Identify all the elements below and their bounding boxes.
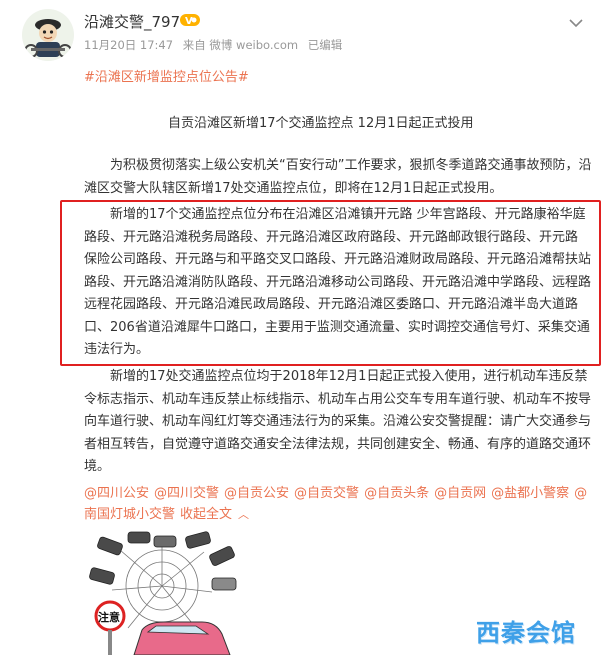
verified-badge-icon: V [180, 12, 200, 27]
watermark: 西秦会馆 [476, 619, 576, 647]
post-image[interactable]: 注意 [84, 530, 250, 655]
image-sign-text: 注意 [98, 610, 120, 624]
post-source[interactable]: 来自 微博 weibo.com [183, 38, 298, 52]
post-meta: 11月20日 17:47 来自 微博 weibo.com 已编辑 [84, 37, 348, 53]
edited-label[interactable]: 已编辑 [308, 38, 343, 52]
highlight-box [60, 200, 601, 366]
post-title: 自贡沿滩区新增17个交通监控点 12月1日起正式投用 [168, 116, 474, 131]
mention-link[interactable]: @自贡交警 [294, 486, 359, 501]
mention-link[interactable]: @四川公安 [84, 486, 149, 501]
mention-link[interactable]: @自贡公安 [224, 486, 289, 501]
hashtag-link[interactable]: #沿滩区新增监控点位公告# [84, 66, 249, 85]
collapse-label: 收起全文 [180, 507, 233, 522]
paragraph-intro: 为积极贯彻落实上级公安机关“百安行动”工作要求，狠抓冬季道路交通事故预防，沿滩区… [84, 158, 592, 196]
mention-link[interactable]: @四川交警 [154, 486, 219, 501]
collapse-arrow-icon: ︿ [238, 508, 250, 521]
mention-link[interactable]: @自贡头条 [364, 486, 429, 501]
svg-text:V: V [185, 16, 193, 27]
username[interactable]: 沿滩交警_797 [84, 11, 180, 32]
post-time[interactable]: 11月20日 17:47 [84, 38, 173, 52]
mentions-list: @四川公安 @四川交警 @自贡公安 @自贡交警 @自贡头条 @自贡网 @盐都小警察 @南国灯城… [84, 483, 594, 525]
mention-link[interactable]: @自贡网 [434, 486, 486, 501]
paragraph-reminder: 新增的17处交通监控点位均于2018年12月1日起正式投入使用，进行机动车违反禁… [84, 369, 592, 474]
collapse-button[interactable]: 收起全文 ︿ [180, 507, 249, 522]
avatar[interactable] [22, 9, 74, 61]
chevron-down-icon[interactable] [568, 14, 584, 28]
mention-link[interactable]: @盐都小警察 [491, 486, 569, 501]
